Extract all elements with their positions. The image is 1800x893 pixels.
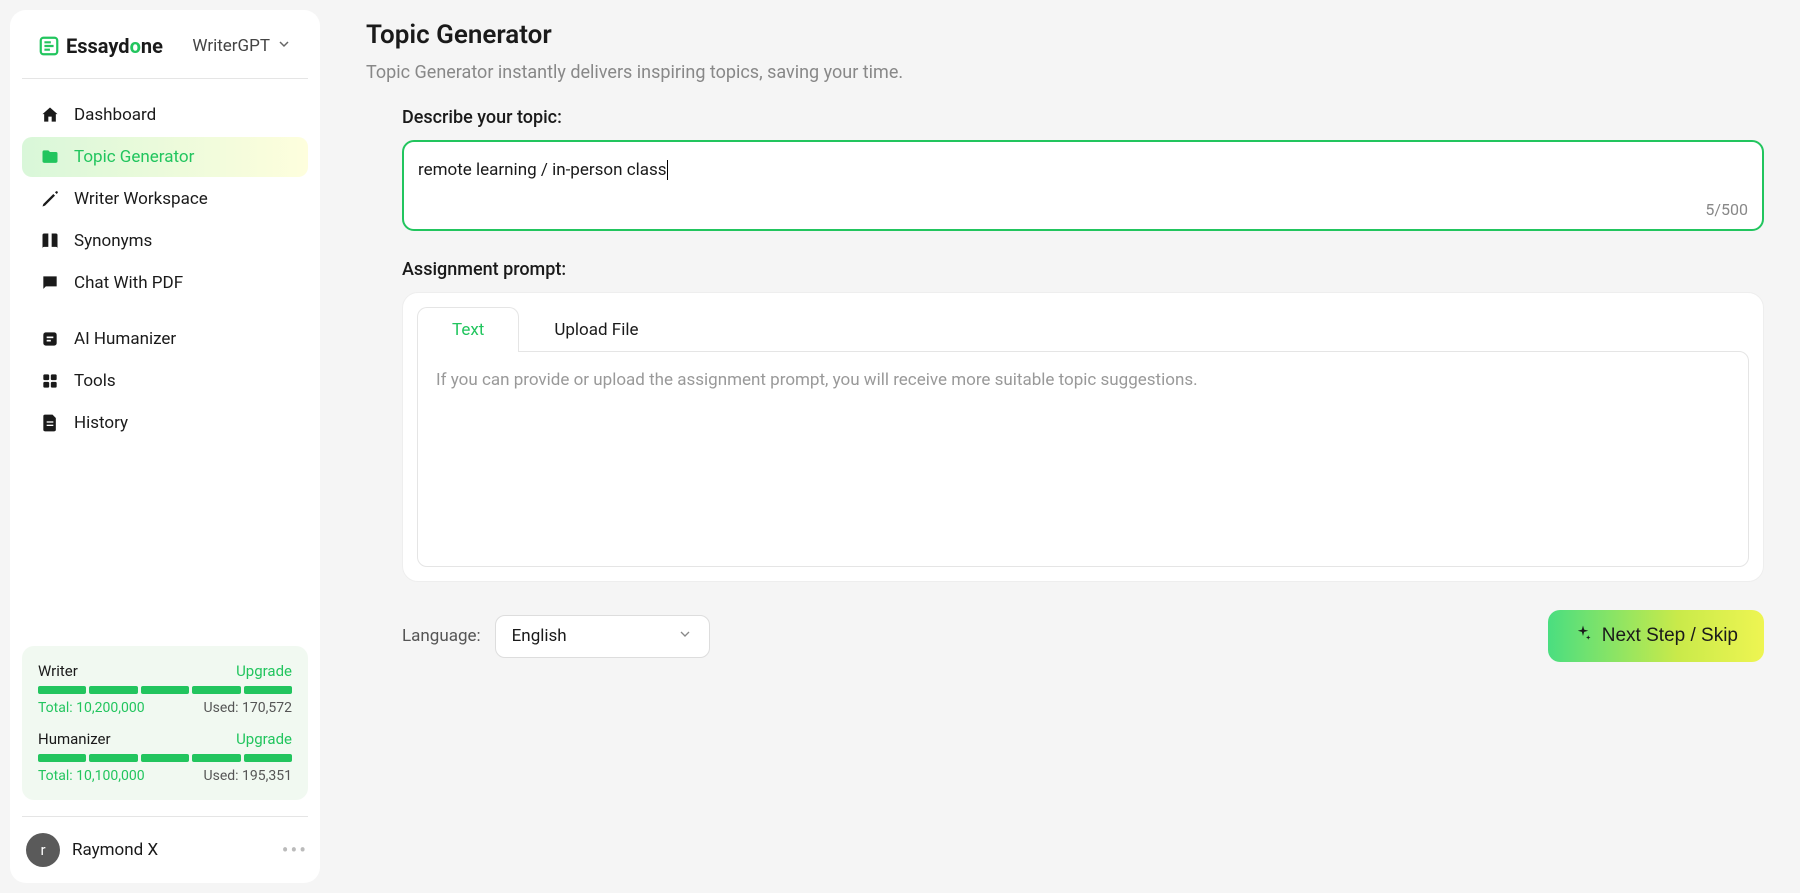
usage-total: Total: 10,200,000	[38, 700, 145, 716]
topic-input[interactable]: remote learning / in-person class	[418, 156, 1748, 184]
nav-topic-generator[interactable]: Topic Generator	[22, 137, 308, 177]
pen-icon	[40, 189, 60, 209]
grid-icon	[40, 371, 60, 391]
prompt-placeholder: If you can provide or upload the assignm…	[436, 370, 1730, 390]
user-menu-button[interactable]: •••	[282, 838, 308, 862]
avatar[interactable]: r	[26, 833, 60, 867]
book-icon	[40, 231, 60, 251]
file-icon	[40, 413, 60, 433]
logo-icon	[38, 35, 60, 57]
home-icon	[40, 105, 60, 125]
model-selector[interactable]: WriterGPT	[192, 36, 292, 57]
nav-history[interactable]: History	[22, 403, 308, 443]
usage-writer: Writer Upgrade Total: 10,200,000 Used: 1…	[38, 662, 292, 716]
nav-writer-workspace[interactable]: Writer Workspace	[22, 179, 308, 219]
nav-dashboard[interactable]: Dashboard	[22, 95, 308, 135]
prompt-label: Assignment prompt:	[402, 259, 1764, 280]
prompt-textarea[interactable]: If you can provide or upload the assignm…	[417, 351, 1749, 567]
usage-title: Writer	[38, 662, 78, 680]
usage-bar	[38, 754, 292, 762]
prompt-tab-text[interactable]: Text	[417, 307, 519, 352]
language-value: English	[512, 626, 567, 646]
nav-label: Chat With PDF	[74, 273, 183, 293]
language-select[interactable]: English	[495, 615, 710, 658]
usage-bar	[38, 686, 292, 694]
nav-label: Topic Generator	[74, 147, 194, 167]
usage-panel: Writer Upgrade Total: 10,200,000 Used: 1…	[22, 646, 308, 800]
nav-label: Writer Workspace	[74, 189, 208, 209]
sidebar-header: Essaydone WriterGPT	[22, 26, 308, 79]
nav-label: AI Humanizer	[74, 329, 176, 349]
usage-used: Used: 195,351	[204, 768, 292, 784]
usage-humanizer: Humanizer Upgrade Total: 10,100,000 Used…	[38, 730, 292, 784]
chevron-down-icon	[276, 36, 292, 57]
upgrade-link[interactable]: Upgrade	[236, 662, 292, 680]
topic-input-container: remote learning / in-person class 5/500	[402, 140, 1764, 231]
page-subtitle: Topic Generator instantly delivers inspi…	[366, 62, 1764, 83]
model-selector-label: WriterGPT	[192, 36, 270, 56]
nav-chat-with-pdf[interactable]: Chat With PDF	[22, 263, 308, 303]
nav-tools[interactable]: Tools	[22, 361, 308, 401]
brand-logo[interactable]: Essaydone	[38, 34, 163, 58]
usage-title: Humanizer	[38, 730, 111, 748]
next-step-label: Next Step / Skip	[1602, 625, 1738, 647]
bottom-row: Language: English Next Step / Skip	[402, 610, 1764, 662]
nav-synonyms[interactable]: Synonyms	[22, 221, 308, 261]
prompt-box: Text Upload File If you can provide or u…	[402, 292, 1764, 582]
topic-label: Describe your topic:	[402, 107, 1764, 128]
next-step-button[interactable]: Next Step / Skip	[1548, 610, 1764, 662]
humanizer-icon	[40, 329, 60, 349]
prompt-tabs: Text Upload File	[417, 307, 1749, 352]
brand-name: Essaydone	[66, 34, 163, 58]
usage-total: Total: 10,100,000	[38, 768, 145, 784]
sparkle-icon	[1574, 624, 1592, 648]
page-title: Topic Generator	[366, 20, 1764, 50]
main-content: Topic Generator Topic Generator instantl…	[330, 0, 1800, 893]
chevron-down-icon	[677, 626, 693, 647]
topic-counter: 5/500	[418, 200, 1748, 219]
language-label: Language:	[402, 626, 481, 646]
nav-ai-humanizer[interactable]: AI Humanizer	[22, 319, 308, 359]
upgrade-link[interactable]: Upgrade	[236, 730, 292, 748]
prompt-tab-upload[interactable]: Upload File	[519, 307, 673, 352]
nav-label: Synonyms	[74, 231, 152, 251]
language-selector-wrap: Language: English	[402, 615, 710, 658]
sidebar: Essaydone WriterGPT Dashboard Topic Gene…	[10, 10, 320, 883]
nav-label: Tools	[74, 371, 116, 391]
text-cursor	[667, 160, 668, 180]
nav-label: Dashboard	[74, 105, 156, 125]
user-name: Raymond X	[72, 840, 270, 860]
usage-used: Used: 170,572	[204, 700, 292, 716]
chat-icon	[40, 273, 60, 293]
nav-label: History	[74, 413, 128, 433]
folder-icon	[40, 147, 60, 167]
user-footer: r Raymond X •••	[22, 816, 308, 867]
sidebar-nav: Dashboard Topic Generator Writer Workspa…	[22, 95, 308, 443]
